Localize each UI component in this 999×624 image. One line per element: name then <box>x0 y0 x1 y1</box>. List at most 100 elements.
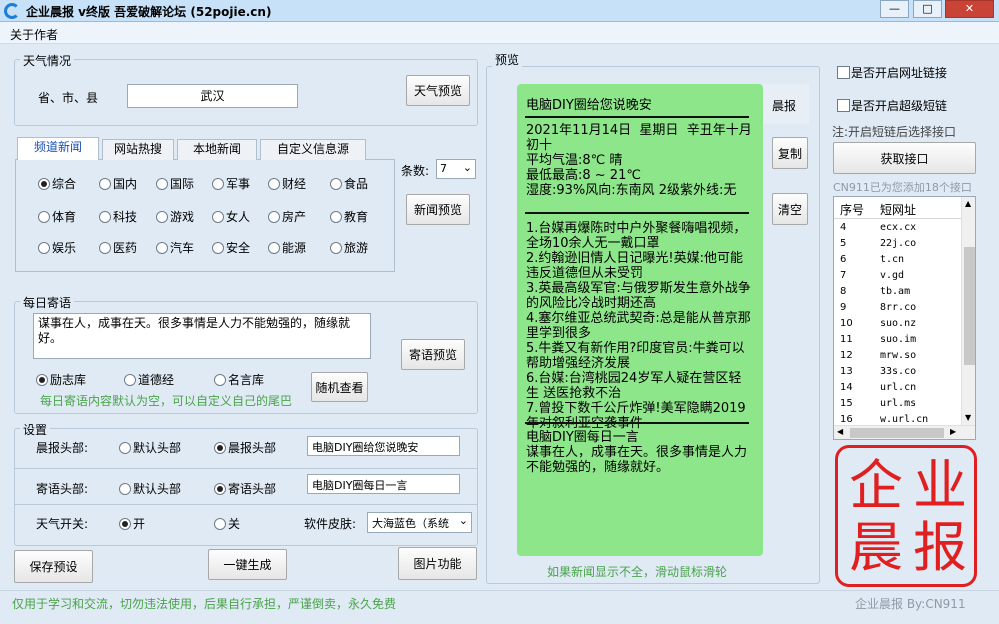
channel-radio[interactable]: 娱乐 <box>38 239 76 256</box>
weather-switch-radio[interactable]: 关 <box>214 515 240 532</box>
list-item[interactable]: 8 tb.am <box>834 285 961 301</box>
radio-dot <box>156 241 168 254</box>
list-item[interactable]: 10 suo.nz <box>834 317 961 333</box>
close-button[interactable]: ✕ <box>945 0 994 18</box>
tab-hot-search[interactable]: 网站热搜 <box>102 139 174 160</box>
daily-quote-input[interactable]: 谋事在人，成事在天。很多事情是人力不能勉强的，随缘就好。 <box>33 313 371 359</box>
short-url-list[interactable]: 序号 短网址 4 ecx.cx 5 22j.co 6 t.cn 7 v.gd 8 tb.am 9 8r… <box>833 196 976 440</box>
list-item-no: 6 <box>840 254 847 265</box>
list-item[interactable]: 13 33s.co <box>834 365 961 381</box>
quote-preview-button[interactable]: 寄语预览 <box>401 339 465 370</box>
tab-local-news[interactable]: 本地新闻 <box>177 139 257 160</box>
channel-radio[interactable]: 能源 <box>268 239 306 256</box>
radio-label: 道德经 <box>138 373 175 387</box>
channel-radio[interactable]: 旅游 <box>330 239 368 256</box>
minimize-button[interactable]: — <box>880 0 909 18</box>
channel-radio[interactable]: 教育 <box>330 208 368 225</box>
quote-source-radio[interactable]: 名言库 <box>214 371 264 388</box>
scroll-thumb[interactable] <box>850 428 944 438</box>
list-item[interactable]: 12 mrw.so <box>834 349 961 365</box>
tab-custom-source[interactable]: 自定义信息源 <box>260 139 366 160</box>
scroll-thumb[interactable] <box>964 247 975 365</box>
channel-radio[interactable]: 安全 <box>212 239 250 256</box>
channel-radio[interactable]: 科技 <box>99 208 137 225</box>
list-header: 序号 短网址 <box>834 197 961 219</box>
enable-url-link-checkbox[interactable]: 是否开启网址链接 <box>837 64 947 81</box>
list-item[interactable]: 6 t.cn <box>834 253 961 269</box>
enable-super-short-checkbox[interactable]: 是否开启超级短链 <box>837 97 947 114</box>
morning-header-radio[interactable]: 晨报头部 <box>214 439 276 456</box>
vertical-scrollbar[interactable]: ▲ ▼ <box>961 197 975 425</box>
list-item[interactable]: 9 8rr.co <box>834 301 961 317</box>
morning-header-radio[interactable]: 默认头部 <box>119 439 181 456</box>
channel-radio[interactable]: 财经 <box>268 175 306 192</box>
radio-dot <box>99 241 111 254</box>
clear-button[interactable]: 清空 <box>772 193 808 225</box>
status-disclaimer: 仅用于学习和交流，切勿违法使用，后果自行承担，严谨倒卖，永久免费 <box>12 597 397 611</box>
quote-source-radio[interactable]: 道德经 <box>124 371 174 388</box>
preview-divider <box>525 212 749 214</box>
channel-radio[interactable]: 房产 <box>268 208 306 225</box>
list-item[interactable]: 11 suo.im <box>834 333 961 349</box>
location-input[interactable]: 武汉 <box>127 84 298 108</box>
channel-radio[interactable]: 医药 <box>99 239 137 256</box>
scroll-right-icon[interactable]: ▶ <box>950 427 956 436</box>
channel-radio[interactable]: 军事 <box>212 175 250 192</box>
list-item[interactable]: 14 url.cn <box>834 381 961 397</box>
radio-dot <box>156 210 168 223</box>
enable-url-link-label: 是否开启网址链接 <box>851 66 948 80</box>
radio-label: 综合 <box>52 177 77 191</box>
maximize-button[interactable]: □ <box>913 0 942 18</box>
channel-radio[interactable]: 汽车 <box>156 239 194 256</box>
scroll-down-icon[interactable]: ▼ <box>965 413 971 422</box>
channel-radio[interactable]: 游戏 <box>156 208 194 225</box>
channel-radio[interactable]: 国际 <box>156 175 194 192</box>
col-header-url[interactable]: 短网址 <box>880 201 916 218</box>
count-value: 7 <box>440 162 447 175</box>
skin-value: 大海蓝色（系统 <box>372 517 449 530</box>
quote-header-radio[interactable]: 寄语头部 <box>214 480 276 497</box>
list-item[interactable]: 4 ecx.cx <box>834 221 961 237</box>
list-item[interactable]: 5 22j.co <box>834 237 961 253</box>
channel-radio[interactable]: 女人 <box>212 208 250 225</box>
short-link-note: 注:开启短链后选择接口 <box>832 125 957 139</box>
channel-radio[interactable]: 综合 <box>38 175 76 192</box>
tab-channel-news[interactable]: 频道新闻 <box>17 137 99 160</box>
radio-label: 食品 <box>344 177 369 191</box>
skin-select[interactable]: 大海蓝色（系统 ⌄ <box>367 512 472 533</box>
col-header-no[interactable]: 序号 <box>840 201 864 218</box>
radio-dot <box>99 177 111 190</box>
weather-preview-button[interactable]: 天气预览 <box>406 75 470 106</box>
channel-radio[interactable]: 体育 <box>38 208 76 225</box>
generate-button[interactable]: 一键生成 <box>208 549 287 580</box>
window-title: 企业晨报 v终版 吾爱破解论坛 (52pojie.cn) <box>26 5 272 19</box>
image-function-button[interactable]: 图片功能 <box>398 547 477 580</box>
news-preview-button[interactable]: 新闻预览 <box>406 194 470 225</box>
chevron-down-icon: ⌄ <box>462 161 472 174</box>
channel-radio[interactable]: 食品 <box>330 175 368 192</box>
quote-header-input[interactable]: 电脑DIY圈每日一言 <box>307 474 460 494</box>
radio-dot <box>268 241 280 254</box>
quote-header-radio[interactable]: 默认头部 <box>119 480 181 497</box>
menu-about[interactable]: 关于作者 <box>10 26 58 43</box>
radio-dot <box>36 373 48 386</box>
scroll-up-icon[interactable]: ▲ <box>965 199 971 208</box>
channel-radio[interactable]: 国内 <box>99 175 137 192</box>
quote-source-radio[interactable]: 励志库 <box>36 371 86 388</box>
list-item[interactable]: 7 v.gd <box>834 269 961 285</box>
copy-button[interactable]: 复制 <box>772 137 808 169</box>
count-label: 条数: <box>401 164 430 178</box>
preview-panel: 电脑DIY圈给您说晚安 2021年11月14日 星期日 辛丑年十月初十 平均气温… <box>517 84 763 556</box>
count-select[interactable]: 7 ⌄ <box>436 159 476 179</box>
list-item[interactable]: 15 url.ms <box>834 397 961 413</box>
random-view-button[interactable]: 随机查看 <box>311 372 368 402</box>
scroll-left-icon[interactable]: ◀ <box>837 427 843 436</box>
morning-header-input[interactable]: 电脑DIY圈给您说晚安 <box>307 436 460 456</box>
save-preset-button[interactable]: 保存预设 <box>14 550 93 583</box>
weather-switch-radio[interactable]: 开 <box>119 515 145 532</box>
radio-label: 默认头部 <box>133 482 182 496</box>
radio-label: 科技 <box>113 210 138 224</box>
get-api-button[interactable]: 获取接口 <box>833 142 976 174</box>
preview-news: 1.台媒再爆陈时中户外聚餐嗨唱视频，全场10余人无一戴口罩 2.约翰逊旧情人日记… <box>526 221 751 431</box>
horizontal-scrollbar[interactable]: ◀ ▶ <box>834 425 975 439</box>
